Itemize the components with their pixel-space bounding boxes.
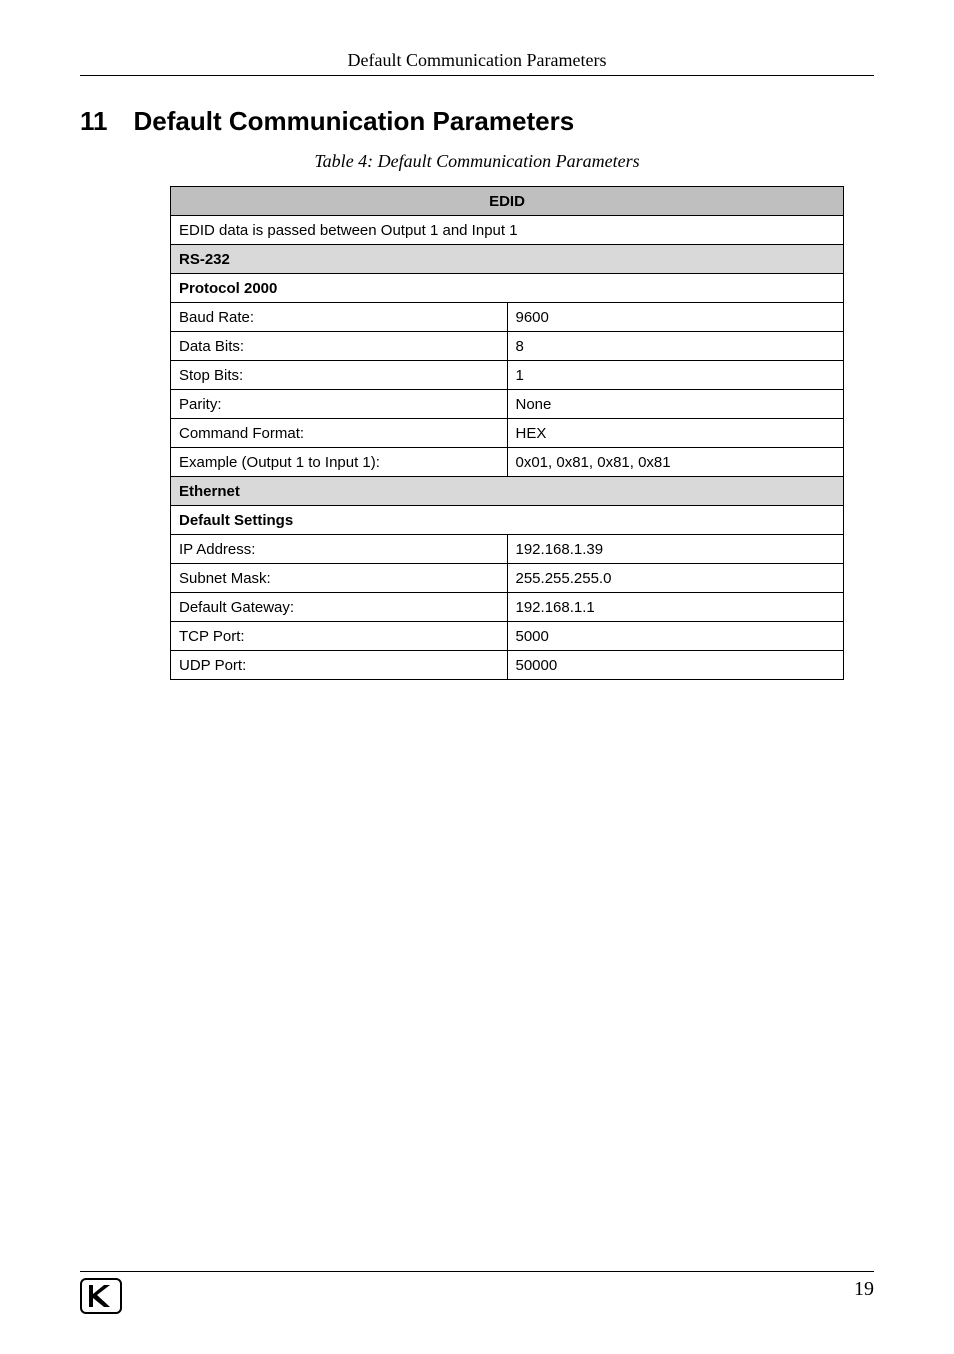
protocol-header: Protocol 2000: [171, 274, 844, 303]
rs232-header: RS-232: [171, 245, 844, 274]
cell-value: 1: [507, 361, 844, 390]
cell-value: 0x01, 0x81, 0x81, 0x81: [507, 448, 844, 477]
section-heading: 11 Default Communication Parameters: [80, 106, 874, 137]
table-row: TCP Port: 5000: [171, 622, 844, 651]
default-settings-header: Default Settings: [171, 506, 844, 535]
cell-label: Command Format:: [171, 419, 508, 448]
edid-note: EDID data is passed between Output 1 and…: [171, 216, 844, 245]
table-row: Data Bits: 8: [171, 332, 844, 361]
table-row: Example (Output 1 to Input 1): 0x01, 0x8…: [171, 448, 844, 477]
cell-value: HEX: [507, 419, 844, 448]
cell-value: None: [507, 390, 844, 419]
cell-value: 8: [507, 332, 844, 361]
page-number: 19: [854, 1278, 874, 1301]
table-row: Command Format: HEX: [171, 419, 844, 448]
table-row: Baud Rate: 9600: [171, 303, 844, 332]
edid-header: EDID: [171, 187, 844, 216]
brand-logo-icon: [80, 1278, 122, 1314]
cell-label: Stop Bits:: [171, 361, 508, 390]
table-row: IP Address: 192.168.1.39: [171, 535, 844, 564]
cell-value: 192.168.1.1: [507, 593, 844, 622]
running-head: Default Communication Parameters: [80, 50, 874, 76]
cell-label: IP Address:: [171, 535, 508, 564]
page-footer: 19: [80, 1271, 874, 1314]
table-row: Subnet Mask: 255.255.255.0: [171, 564, 844, 593]
table-row: UDP Port: 50000: [171, 651, 844, 680]
comm-params-table: EDID EDID data is passed between Output …: [170, 186, 844, 680]
section-number: 11: [80, 106, 108, 137]
table-row: Default Gateway: 192.168.1.1: [171, 593, 844, 622]
cell-label: Data Bits:: [171, 332, 508, 361]
table-row: Stop Bits: 1: [171, 361, 844, 390]
cell-value: 9600: [507, 303, 844, 332]
ethernet-header: Ethernet: [171, 477, 844, 506]
section-title: Default Communication Parameters: [134, 106, 575, 136]
cell-value: 50000: [507, 651, 844, 680]
cell-label: Example (Output 1 to Input 1):: [171, 448, 508, 477]
cell-value: 255.255.255.0: [507, 564, 844, 593]
cell-label: Parity:: [171, 390, 508, 419]
table-caption: Table 4: Default Communication Parameter…: [80, 151, 874, 172]
table-row: Parity: None: [171, 390, 844, 419]
cell-label: TCP Port:: [171, 622, 508, 651]
cell-value: 5000: [507, 622, 844, 651]
cell-value: 192.168.1.39: [507, 535, 844, 564]
cell-label: Baud Rate:: [171, 303, 508, 332]
cell-label: Default Gateway:: [171, 593, 508, 622]
cell-label: UDP Port:: [171, 651, 508, 680]
cell-label: Subnet Mask:: [171, 564, 508, 593]
